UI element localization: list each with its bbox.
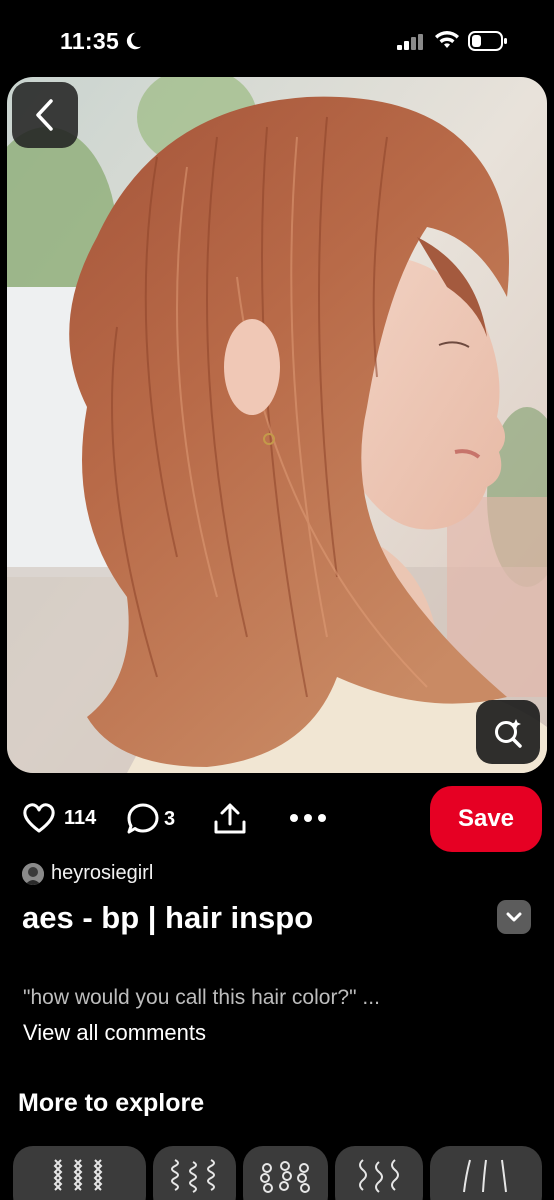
wifi-icon bbox=[435, 31, 459, 48]
view-all-comments-link[interactable]: View all comments bbox=[23, 1020, 206, 1046]
heart-icon bbox=[23, 803, 55, 833]
more-dots-icon bbox=[290, 814, 326, 822]
chevron-down-icon bbox=[506, 912, 522, 922]
share-button[interactable] bbox=[212, 802, 248, 836]
status-bar: 11:35 bbox=[0, 0, 554, 76]
back-button[interactable] bbox=[12, 82, 78, 148]
more-options-button[interactable] bbox=[288, 812, 328, 824]
moon-icon bbox=[126, 32, 142, 50]
explore-card-wave[interactable] bbox=[335, 1146, 423, 1200]
braid-pattern-icon bbox=[53, 1159, 103, 1191]
pin-title: aes - bp | hair inspo bbox=[22, 900, 314, 935]
cellular-signal-icon bbox=[397, 34, 423, 50]
avatar bbox=[22, 862, 44, 885]
explore-card-straight[interactable] bbox=[430, 1146, 542, 1200]
chevron-left-icon bbox=[36, 99, 53, 131]
like-button[interactable]: 114 bbox=[22, 802, 96, 834]
curl-pattern-icon bbox=[171, 1159, 215, 1193]
author-name: heyrosiegirl bbox=[51, 862, 154, 884]
explore-card-coil[interactable] bbox=[243, 1146, 328, 1200]
coil-pattern-icon bbox=[260, 1161, 310, 1193]
share-icon bbox=[214, 803, 246, 834]
explore-card-curl[interactable] bbox=[153, 1146, 236, 1200]
hair-photo bbox=[7, 77, 547, 773]
battery-icon bbox=[468, 31, 507, 51]
comment-count: 3 bbox=[164, 807, 176, 830]
pin-image[interactable] bbox=[7, 77, 547, 773]
expand-details-button[interactable] bbox=[497, 900, 531, 934]
straight-pattern-icon bbox=[463, 1159, 507, 1193]
explore-card-braid[interactable] bbox=[13, 1146, 146, 1200]
comment-preview[interactable]: "how would you call this hair color?" ..… bbox=[23, 986, 380, 1010]
more-to-explore-heading: More to explore bbox=[18, 1089, 205, 1117]
like-count: 114 bbox=[64, 806, 97, 829]
lens-search-icon bbox=[495, 719, 522, 748]
visual-search-button[interactable] bbox=[476, 700, 540, 764]
pin-actions: 114 3 Save bbox=[0, 784, 554, 854]
wave-pattern-icon bbox=[359, 1159, 399, 1193]
status-time: 11:35 bbox=[60, 28, 120, 54]
save-button[interactable]: Save bbox=[430, 786, 542, 852]
comment-bubble-icon bbox=[127, 803, 159, 834]
author-link[interactable]: heyrosiegirl bbox=[22, 862, 153, 885]
comment-button[interactable]: 3 bbox=[126, 802, 175, 836]
